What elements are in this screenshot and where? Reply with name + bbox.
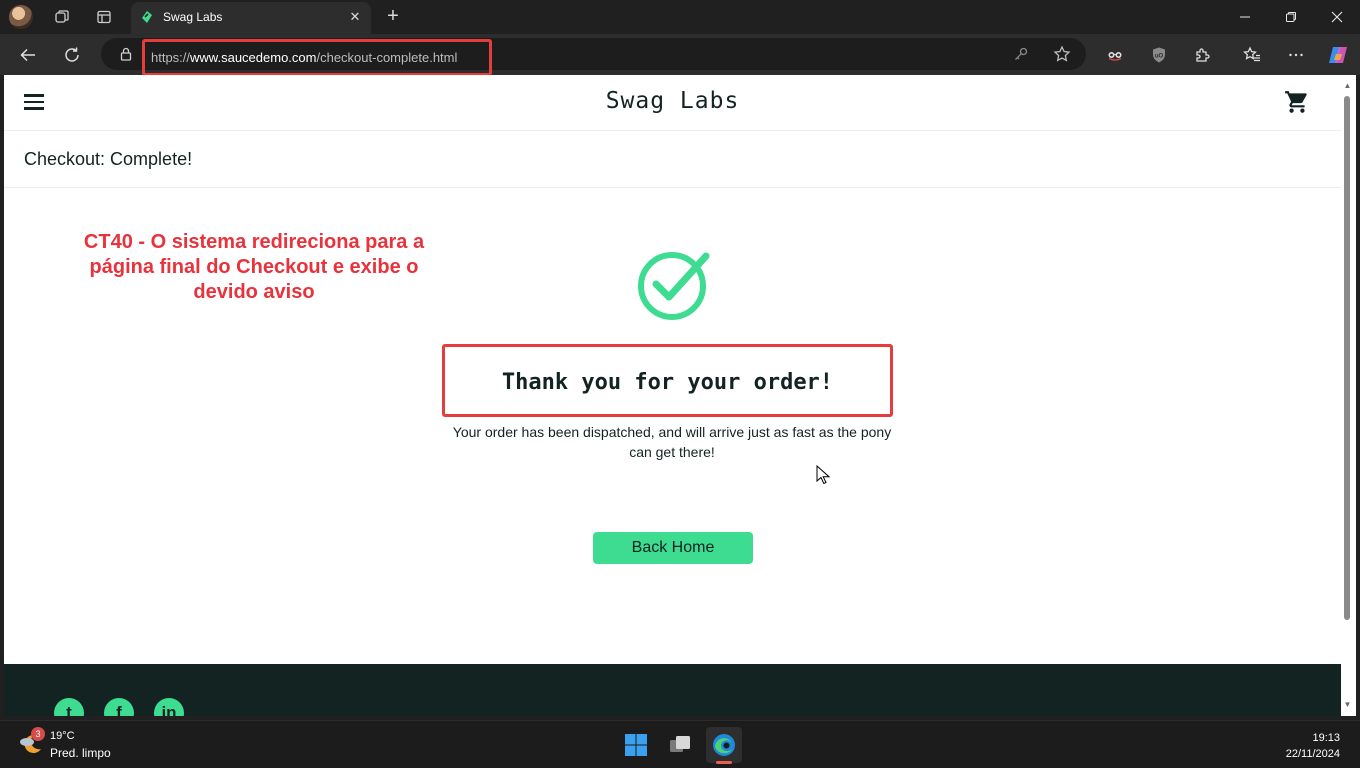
swag-labs-favicon-icon <box>142 11 152 23</box>
shopping-cart-icon[interactable] <box>1284 89 1310 115</box>
thank-you-highlight-box: Thank you for your order! <box>442 344 893 417</box>
app-logo: Swag Labs <box>605 88 740 114</box>
scroll-down-icon[interactable]: ▼ <box>1342 700 1353 710</box>
close-window-icon[interactable] <box>1314 0 1360 34</box>
profile-avatar[interactable] <box>9 5 33 29</box>
extensions-puzzle-icon[interactable] <box>1190 42 1216 68</box>
page-viewport: Swag Labs Checkout: Complete! CT40 - O s… <box>4 75 1341 716</box>
browser-toolbar: https://www.saucedemo.com/checkout-compl… <box>0 34 1360 76</box>
address-bar[interactable]: https://www.saucedemo.com/checkout-compl… <box>101 38 1086 76</box>
ublock-shield-icon[interactable]: uO <box>1146 42 1172 68</box>
svg-text:uO: uO <box>1155 54 1164 60</box>
windows-taskbar: 3 19°C Pred. limpo 19:13 22/11/2024 <box>0 720 1360 768</box>
secondary-header: Checkout: Complete! <box>4 131 1341 188</box>
app-header: Swag Labs <box>4 75 1341 131</box>
checkmark-complete-icon <box>638 252 710 320</box>
page-footer: t f in <box>4 664 1341 716</box>
lock-icon[interactable] <box>118 46 134 62</box>
tab-swag-labs[interactable]: Swag Labs ✕ <box>131 2 371 34</box>
mouse-cursor-icon <box>816 465 830 485</box>
twitter-icon[interactable]: t <box>54 698 84 716</box>
clock-date: 22/11/2024 <box>1285 748 1340 760</box>
back-arrow-icon[interactable] <box>15 42 41 68</box>
minimize-icon[interactable] <box>1222 0 1268 34</box>
windows-start-icon[interactable] <box>618 727 654 763</box>
url-highlight-box: https://www.saucedemo.com/checkout-compl… <box>142 39 492 76</box>
active-app-indicator <box>716 761 732 764</box>
copilot-icon[interactable] <box>1325 42 1351 68</box>
page-title: Checkout: Complete! <box>24 149 193 169</box>
refresh-icon[interactable] <box>59 42 85 68</box>
back-home-button[interactable]: Back Home <box>593 532 753 564</box>
edge-browser-icon[interactable] <box>706 727 742 763</box>
url-path: /checkout-complete.html <box>316 50 458 65</box>
workspaces-icon[interactable] <box>49 5 75 29</box>
key-icon[interactable] <box>1012 45 1030 63</box>
tab-title: Swag Labs <box>163 10 223 24</box>
task-view-icon[interactable] <box>662 727 698 763</box>
tab-strip: Swag Labs ✕ + <box>0 0 1360 34</box>
restore-icon[interactable] <box>1268 0 1314 34</box>
extension-glasses-icon[interactable] <box>1102 42 1128 68</box>
new-tab-button[interactable]: + <box>380 4 406 30</box>
url-host: www.saucedemo.com <box>190 50 317 65</box>
complete-text: Your order has been dispatched, and will… <box>452 424 892 460</box>
scroll-up-icon[interactable]: ▲ <box>1342 81 1353 91</box>
favorites-icon[interactable] <box>1239 42 1265 68</box>
complete-header: Thank you for your order! <box>501 370 834 395</box>
favorite-star-icon[interactable] <box>1053 45 1071 63</box>
page-scrollbar[interactable]: ▲ ▼ <box>1341 75 1356 716</box>
weather-condition[interactable]: Pred. limpo <box>50 746 111 760</box>
clock-time: 19:13 <box>1312 732 1340 744</box>
url-text[interactable]: https://www.saucedemo.com/checkout-compl… <box>151 50 457 65</box>
url-prefix: https:// <box>151 50 191 65</box>
test-case-annotation: CT40 - O sistema redireciona para a pági… <box>83 231 425 303</box>
temperature[interactable]: 19°C <box>50 730 75 742</box>
scroll-thumb[interactable] <box>1344 96 1350 620</box>
close-tab-icon[interactable]: ✕ <box>347 8 363 26</box>
linkedin-icon[interactable]: in <box>154 698 184 716</box>
tab-actions-icon[interactable] <box>91 5 117 29</box>
system-clock[interactable]: 19:13 22/11/2024 <box>1286 730 1340 762</box>
more-menu-icon[interactable] <box>1283 42 1309 68</box>
facebook-icon[interactable]: f <box>104 698 134 716</box>
weather-badge: 3 <box>31 727 45 741</box>
